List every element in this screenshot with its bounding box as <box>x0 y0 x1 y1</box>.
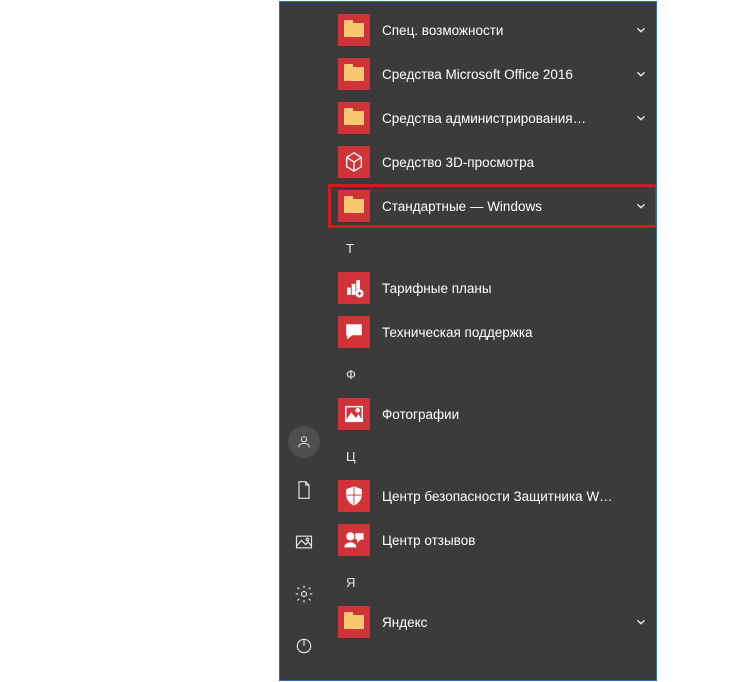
chevron-down-icon <box>634 67 648 81</box>
letter-header-f[interactable]: Ф <box>338 358 656 390</box>
app-item-yandex[interactable]: Яндекс <box>338 602 656 642</box>
letter-header-ts[interactable]: Ц <box>338 440 656 472</box>
chevron-down-icon <box>634 23 648 37</box>
app-label: Тарифные планы <box>382 281 648 296</box>
defender-icon <box>338 480 370 512</box>
chevron-down-icon <box>634 111 648 125</box>
app-item-feedback-hub[interactable]: Центр отзывов <box>338 520 656 560</box>
app-item-admin-tools[interactable]: Средства администрирования… <box>338 98 656 138</box>
user-account-button[interactable] <box>288 426 320 458</box>
letter-header-ya[interactable]: Я <box>338 566 656 598</box>
chevron-down-icon <box>634 199 648 213</box>
app-item-office-tools[interactable]: Средства Microsoft Office 2016 <box>338 54 656 94</box>
app-label: Средство 3D-просмотра <box>382 155 648 170</box>
app-label: Яндекс <box>382 615 628 630</box>
app-label: Средства администрирования… <box>382 111 628 126</box>
start-menu: Спец. возможности Средства Microsoft Off… <box>279 1 657 681</box>
app-item-accessibility[interactable]: Спец. возможности <box>338 10 656 50</box>
app-label: Центр отзывов <box>382 533 648 548</box>
folder-icon <box>338 606 370 638</box>
letter-header-t[interactable]: Т <box>338 232 656 264</box>
app-item-photos[interactable]: Фотографии <box>338 394 656 434</box>
plans-icon <box>338 272 370 304</box>
folder-icon <box>338 190 370 222</box>
app-item-data-plans[interactable]: Тарифные планы <box>338 268 656 308</box>
app-item-tech-support[interactable]: ? Техническая поддержка <box>338 312 656 352</box>
letter-label: Ц <box>346 449 356 464</box>
app-item-defender-security[interactable]: Центр безопасности Защитника W… <box>338 476 656 516</box>
app-label: Центр безопасности Защитника W… <box>382 489 648 504</box>
settings-button[interactable] <box>284 574 324 614</box>
app-item-3d-viewer[interactable]: Средство 3D-просмотра <box>338 142 656 182</box>
app-label: Спец. возможности <box>382 23 628 38</box>
chevron-down-icon <box>634 615 648 629</box>
app-item-windows-accessories[interactable]: Стандартные — Windows <box>330 186 656 226</box>
folder-icon <box>338 14 370 46</box>
letter-label: Т <box>346 241 354 256</box>
svg-text:?: ? <box>351 325 356 334</box>
app-label: Техническая поддержка <box>382 325 648 340</box>
folder-icon <box>338 102 370 134</box>
feedback-icon <box>338 524 370 556</box>
pictures-button[interactable] <box>284 522 324 562</box>
app-list: Спец. возможности Средства Microsoft Off… <box>338 2 656 680</box>
photos-icon <box>338 398 370 430</box>
support-icon: ? <box>338 316 370 348</box>
side-rail <box>280 420 328 680</box>
power-button[interactable] <box>284 626 324 666</box>
app-label: Фотографии <box>382 407 648 422</box>
app-label: Стандартные — Windows <box>382 199 628 214</box>
letter-label: Я <box>346 575 355 590</box>
documents-button[interactable] <box>284 470 324 510</box>
folder-icon <box>338 58 370 90</box>
app-label: Средства Microsoft Office 2016 <box>382 67 628 82</box>
3dviewer-icon <box>338 146 370 178</box>
letter-label: Ф <box>346 367 356 382</box>
